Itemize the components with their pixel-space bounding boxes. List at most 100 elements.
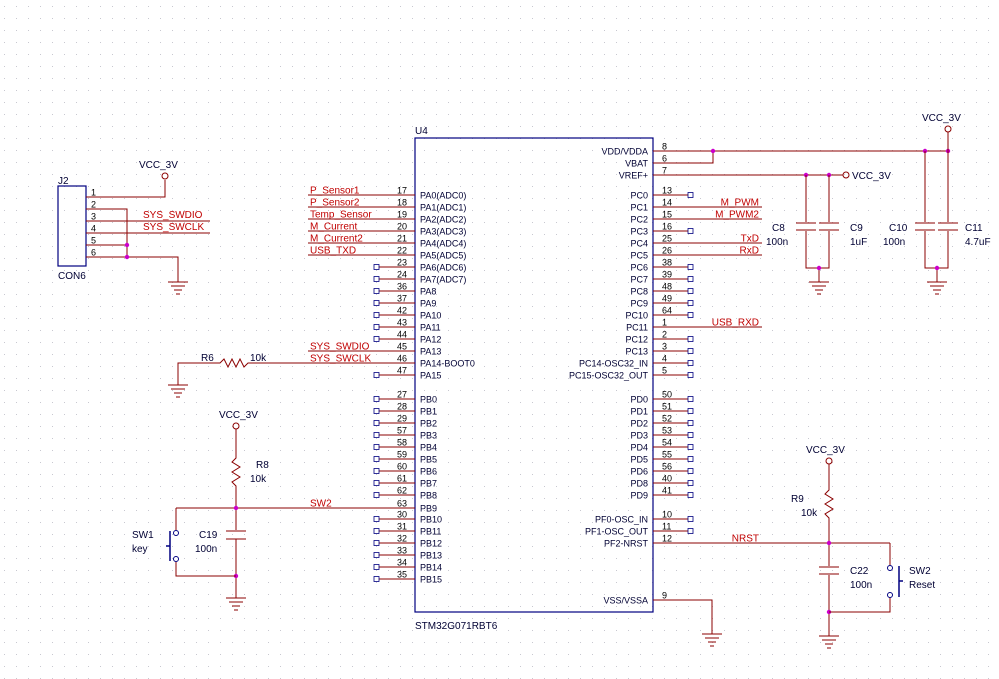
pin-name: PF0-OSC_IN [595,515,648,525]
c10-ref: C10 [889,223,908,234]
pin-number: 9 [662,591,667,601]
pin-name: VBAT [625,159,648,169]
pin-name: PA2(ADC2) [420,215,466,225]
pin-number: 36 [397,282,407,292]
pin-name: PA8 [420,287,436,297]
pin-number: 53 [662,426,672,436]
ground-symbol [702,633,722,647]
sw2-power-label: VCC_3V [806,445,845,456]
pin-number: 26 [662,246,672,256]
no-connect-marker [373,420,380,426]
no-connect-marker [687,336,694,342]
pin-number: 2 [662,330,667,340]
caps-c10-c11[interactable]: VCC_3V C10 100n C11 4.7uF [883,113,991,295]
pin-number: 31 [397,522,407,532]
pin-name: PD3 [630,431,648,441]
pin-name: PA9 [420,299,436,309]
pin-name: PD0 [630,395,648,405]
pin-name: PA14-BOOT0 [420,359,475,369]
pin-name: PC14-OSC32_IN [579,359,648,369]
u4-pin-9[interactable]: 9 VSS/VSSA [603,591,693,606]
sw1-wires [175,508,236,577]
pin-name: PA6(ADC6) [420,263,466,273]
c11-ref: C11 [965,223,983,234]
u4-pin-46[interactable]: 46 PA14-BOOT0SYS_SWCLK [310,354,475,369]
u4-pin-10[interactable]: 10 PF0-OSC_IN [595,510,694,525]
pin-name: PB2 [420,419,437,429]
no-connect-marker [687,300,694,306]
sw2-ref: SW2 [909,566,931,577]
pin-number: 32 [397,534,407,544]
pin-name: PB10 [420,515,442,525]
pin-name: PB9 [420,504,437,514]
pin-name: PA11 [420,323,441,333]
pin-name: PB3 [420,431,437,441]
pin-name: PC5 [630,251,648,261]
pin-name: VDD/VDDA [601,147,648,157]
c19-ref: C19 [199,530,218,541]
pin-number: 42 [397,306,407,316]
no-connect-marker [687,276,694,282]
ground-symbol [168,281,188,295]
pin-name: PF1-OSC_OUT [585,527,649,537]
pin-number: 29 [397,414,407,424]
pin-name: PC10 [625,311,648,321]
pin-number: 56 [662,462,672,472]
u4-pin-26[interactable]: 26PC5 RxD [630,246,759,261]
no-connect-marker [373,372,380,378]
j2-pin-5: 5 [91,236,96,246]
pin-number: 20 [397,222,407,232]
pin-name: PD9 [630,491,648,501]
u4-part: STM32G071RBT6 [415,621,498,632]
c8-ref: C8 [772,223,785,234]
no-connect-marker [687,516,694,522]
pin-number: 11 [662,522,671,532]
no-connect-marker [687,288,694,294]
vdd-power-label: VCC_3V [922,113,961,124]
pin-number: 27 [397,390,407,400]
pin-name: PC15-OSC32_OUT [569,371,649,381]
pin-number: 4 [662,354,667,364]
r9-value: 10k [801,508,818,519]
u4-ref: U4 [415,126,428,137]
connector-j2[interactable]: J2 CON6 1 2 3 4 5 6 VCC_3V SYS_SWDIO SYS_SWCL… [57,160,210,295]
pin-number: 12 [662,534,672,544]
vref-power-port: VCC_3V [842,171,891,182]
no-connect-marker [687,348,694,354]
junction-dot [710,148,716,154]
no-connect-marker [373,396,380,402]
no-connect-marker [687,492,694,498]
u4-pin-63[interactable]: 63 PB9SW2 [310,499,437,514]
pin-name: PC4 [630,239,648,249]
no-connect-marker [687,432,694,438]
r9-ref: R9 [791,494,804,505]
no-connect-marker [687,264,694,270]
pin-number: 30 [397,510,407,520]
j2-body [57,185,87,267]
sw2-value: Reset [909,580,935,591]
pin-name: PF2-NRST [604,539,649,549]
pin-name: PA5(ADC5) [420,251,466,261]
no-connect-marker [373,312,380,318]
junction-dot [124,254,130,260]
no-connect-marker [373,540,380,546]
sw1-actuator [166,531,171,561]
switch-sw1-circuit[interactable]: VCC_3V R8 10k C19 100n SW1 key [132,410,269,611]
no-connect-marker [373,564,380,570]
j2-power-label: VCC_3V [139,160,178,171]
pin-number: 3 [662,342,667,352]
caps-c8-c9[interactable]: C8 100n C9 1uF [766,175,867,295]
mcu-u4[interactable]: U4 STM32G071RBT6 17 PA0(ADC0)P_Sensor118 P… [310,126,759,632]
resistor-r6[interactable]: R6 10k [168,353,308,398]
u4-pin-15[interactable]: 15PC2 M_PWM2 [630,210,759,225]
sw1-contact [173,556,179,562]
u4-pin-8[interactable]: 8 VDD/VDDA [601,142,693,157]
sw1-contact [173,530,179,536]
pin-number: 51 [662,402,672,412]
c22-body [819,566,839,636]
switch-sw2-circuit[interactable]: VCC_3V R9 10k C22 100n SW2 Reset [791,445,935,649]
pin-name: PB14 [420,563,442,573]
junction-dot [233,505,239,511]
j2-gnd-wire [86,256,179,282]
pin-name: PC12 [625,335,648,345]
